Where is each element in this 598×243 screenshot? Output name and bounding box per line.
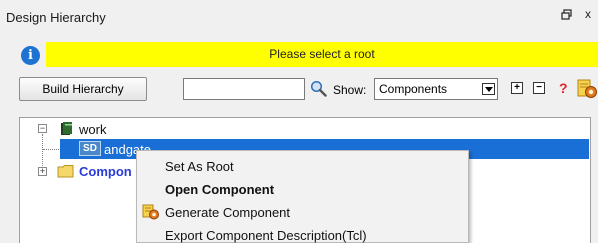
tree-node-work[interactable]: work (79, 122, 106, 137)
collapse-all-icon[interactable]: − (533, 82, 545, 94)
float-window-icon[interactable] (561, 9, 573, 21)
panel-title-bar: Design Hierarchy x (0, 0, 598, 30)
generate-component-icon[interactable] (577, 79, 598, 99)
show-select-value: Components (379, 82, 448, 96)
build-hierarchy-button[interactable]: Build Hierarchy (19, 77, 147, 101)
search-icon[interactable] (310, 80, 327, 97)
menu-item-set-as-root[interactable]: Set As Root (137, 155, 468, 177)
tree-collapse-toggle[interactable]: − (38, 124, 47, 133)
menu-item-label: Set As Root (165, 159, 234, 174)
context-menu: Set As Root Open Component Generate Comp… (136, 150, 469, 243)
help-icon[interactable]: ? (559, 80, 568, 96)
close-icon[interactable]: x (585, 7, 598, 21)
menu-item-export-description[interactable]: Export Component Description(Tcl) (137, 224, 468, 243)
tree-node-components[interactable]: Compon (79, 164, 132, 179)
banner-message: Please select a root (269, 47, 375, 61)
search-input[interactable] (183, 78, 305, 100)
tree-connector (43, 149, 61, 150)
chevron-down-icon[interactable] (482, 83, 495, 95)
menu-item-label: Open Component (165, 182, 275, 197)
folder-icon (57, 164, 74, 178)
sd-badge-icon: SD (79, 141, 101, 156)
menu-item-generate-component[interactable]: Generate Component (137, 201, 468, 223)
panel-title: Design Hierarchy (6, 10, 106, 25)
library-icon (60, 121, 74, 136)
info-icon: i (21, 46, 40, 65)
tree-expand-toggle[interactable]: + (38, 167, 47, 176)
status-banner: Please select a root (46, 42, 598, 67)
show-select[interactable]: Components (374, 78, 498, 100)
menu-item-open-component[interactable]: Open Component (137, 178, 468, 200)
menu-item-label: Generate Component (165, 205, 291, 220)
expand-all-icon[interactable]: + (511, 82, 523, 94)
generate-component-icon (142, 204, 160, 220)
menu-item-label: Export Component Description(Tcl) (165, 228, 367, 243)
show-label: Show: (333, 83, 367, 97)
